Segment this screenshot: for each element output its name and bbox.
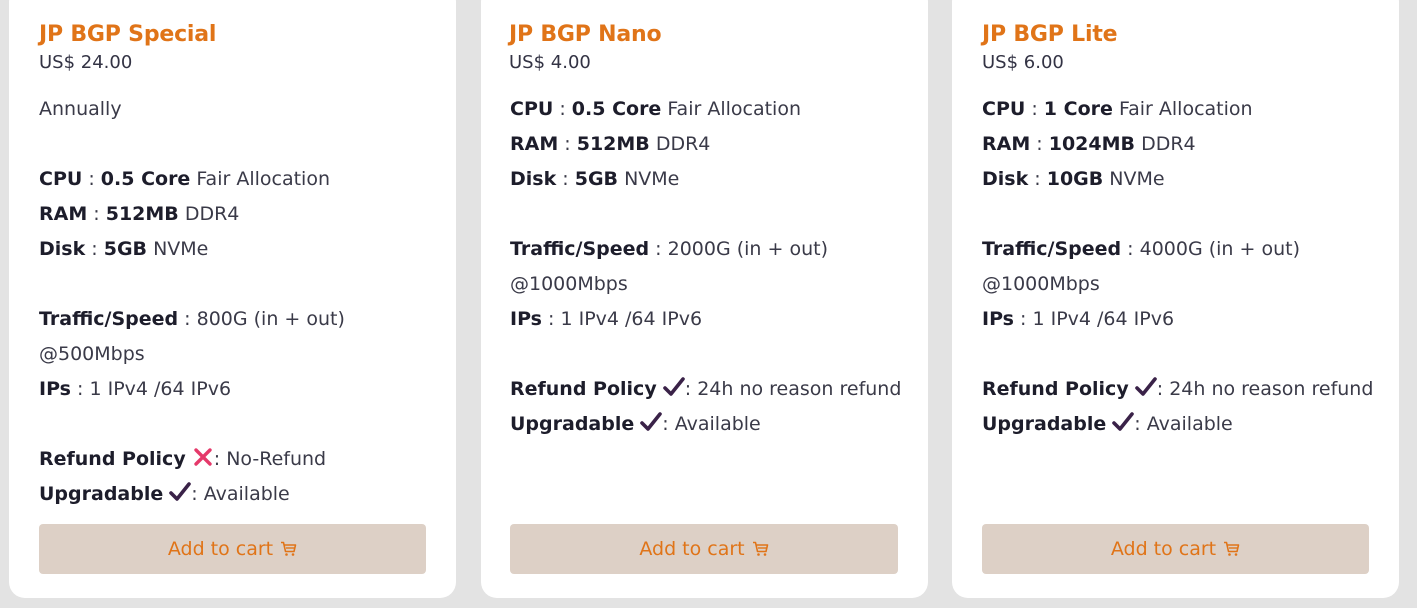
plan-card-jp-bgp-special: JP BGP Special US$ 24.00 Annually CPU : … [9, 0, 456, 598]
add-to-cart-button[interactable]: Add to cart [39, 524, 426, 574]
check-icon [662, 377, 685, 396]
speed-spec: @500Mbps [39, 343, 145, 365]
cpu-spec: CPU : 0.5 Core Fair Allocation [39, 168, 330, 190]
disk-spec: Disk : 5GB NVMe [510, 168, 680, 190]
cart-icon [281, 541, 297, 556]
ram-spec: RAM : 512MB DDR4 [39, 203, 240, 225]
add-to-cart-button[interactable]: Add to cart [982, 524, 1369, 574]
ips-spec: IPs : 1 IPv4 /64 IPv6 [39, 378, 232, 400]
add-to-cart-label: Add to cart [1110, 538, 1217, 560]
ram-spec: RAM : 512MB DDR4 [510, 133, 711, 155]
speed-spec: @1000Mbps [982, 273, 1100, 295]
upgradable: Upgradable : Available [39, 482, 290, 505]
check-icon [640, 412, 663, 431]
plan-name: JP BGP Nano [509, 22, 662, 47]
plan-card-jp-bgp-nano: JP BGP Nano US$ 4.00 CPU : 0.5 Core Fair… [481, 0, 928, 598]
cart-icon [1224, 541, 1240, 556]
billing-cycle: Annually [39, 98, 122, 120]
ips-spec: IPs : 1 IPv4 /64 IPv6 [510, 308, 703, 330]
plan-price: US$ 24.00 [39, 52, 133, 73]
plan-price: US$ 6.00 [982, 52, 1064, 73]
plan-name: JP BGP Special [39, 22, 217, 47]
disk-spec: Disk : 10GB NVMe [982, 168, 1165, 190]
refund-policy: Refund Policy : No-Refund [39, 448, 327, 470]
traffic-spec: Traffic/Speed : 4000G (in + out) [982, 238, 1300, 260]
speed-spec: @1000Mbps [510, 273, 628, 295]
plan-name: JP BGP Lite [982, 22, 1118, 47]
ips-spec: IPs : 1 IPv4 /64 IPv6 [982, 308, 1175, 330]
upgradable: Upgradable : Available [982, 412, 1233, 435]
refund-policy: Refund Policy : 24h no reason refund [510, 377, 902, 400]
traffic-spec: Traffic/Speed : 800G (in + out) [39, 308, 345, 330]
ram-spec: RAM : 1024MB DDR4 [982, 133, 1196, 155]
add-to-cart-label: Add to cart [639, 538, 745, 560]
cart-icon [752, 541, 768, 556]
check-icon [1112, 412, 1135, 431]
check-icon [1134, 377, 1157, 396]
cpu-spec: CPU : 0.5 Core Fair Allocation [510, 98, 801, 120]
traffic-spec: Traffic/Speed : 2000G (in + out) [510, 238, 828, 260]
refund-policy: Refund Policy : 24h no reason refund [982, 377, 1374, 400]
add-to-cart-label: Add to cart [167, 538, 274, 560]
cross-icon [194, 448, 212, 466]
add-to-cart-button[interactable]: Add to cart [510, 524, 898, 574]
upgradable: Upgradable : Available [510, 412, 761, 435]
check-icon [169, 482, 192, 501]
disk-spec: Disk : 5GB NVMe [39, 238, 209, 260]
plan-card-jp-bgp-lite: JP BGP Lite US$ 6.00 CPU : 1 Core Fair A… [952, 0, 1399, 598]
plan-price: US$ 4.00 [509, 52, 591, 73]
cpu-spec: CPU : 1 Core Fair Allocation [982, 98, 1253, 120]
